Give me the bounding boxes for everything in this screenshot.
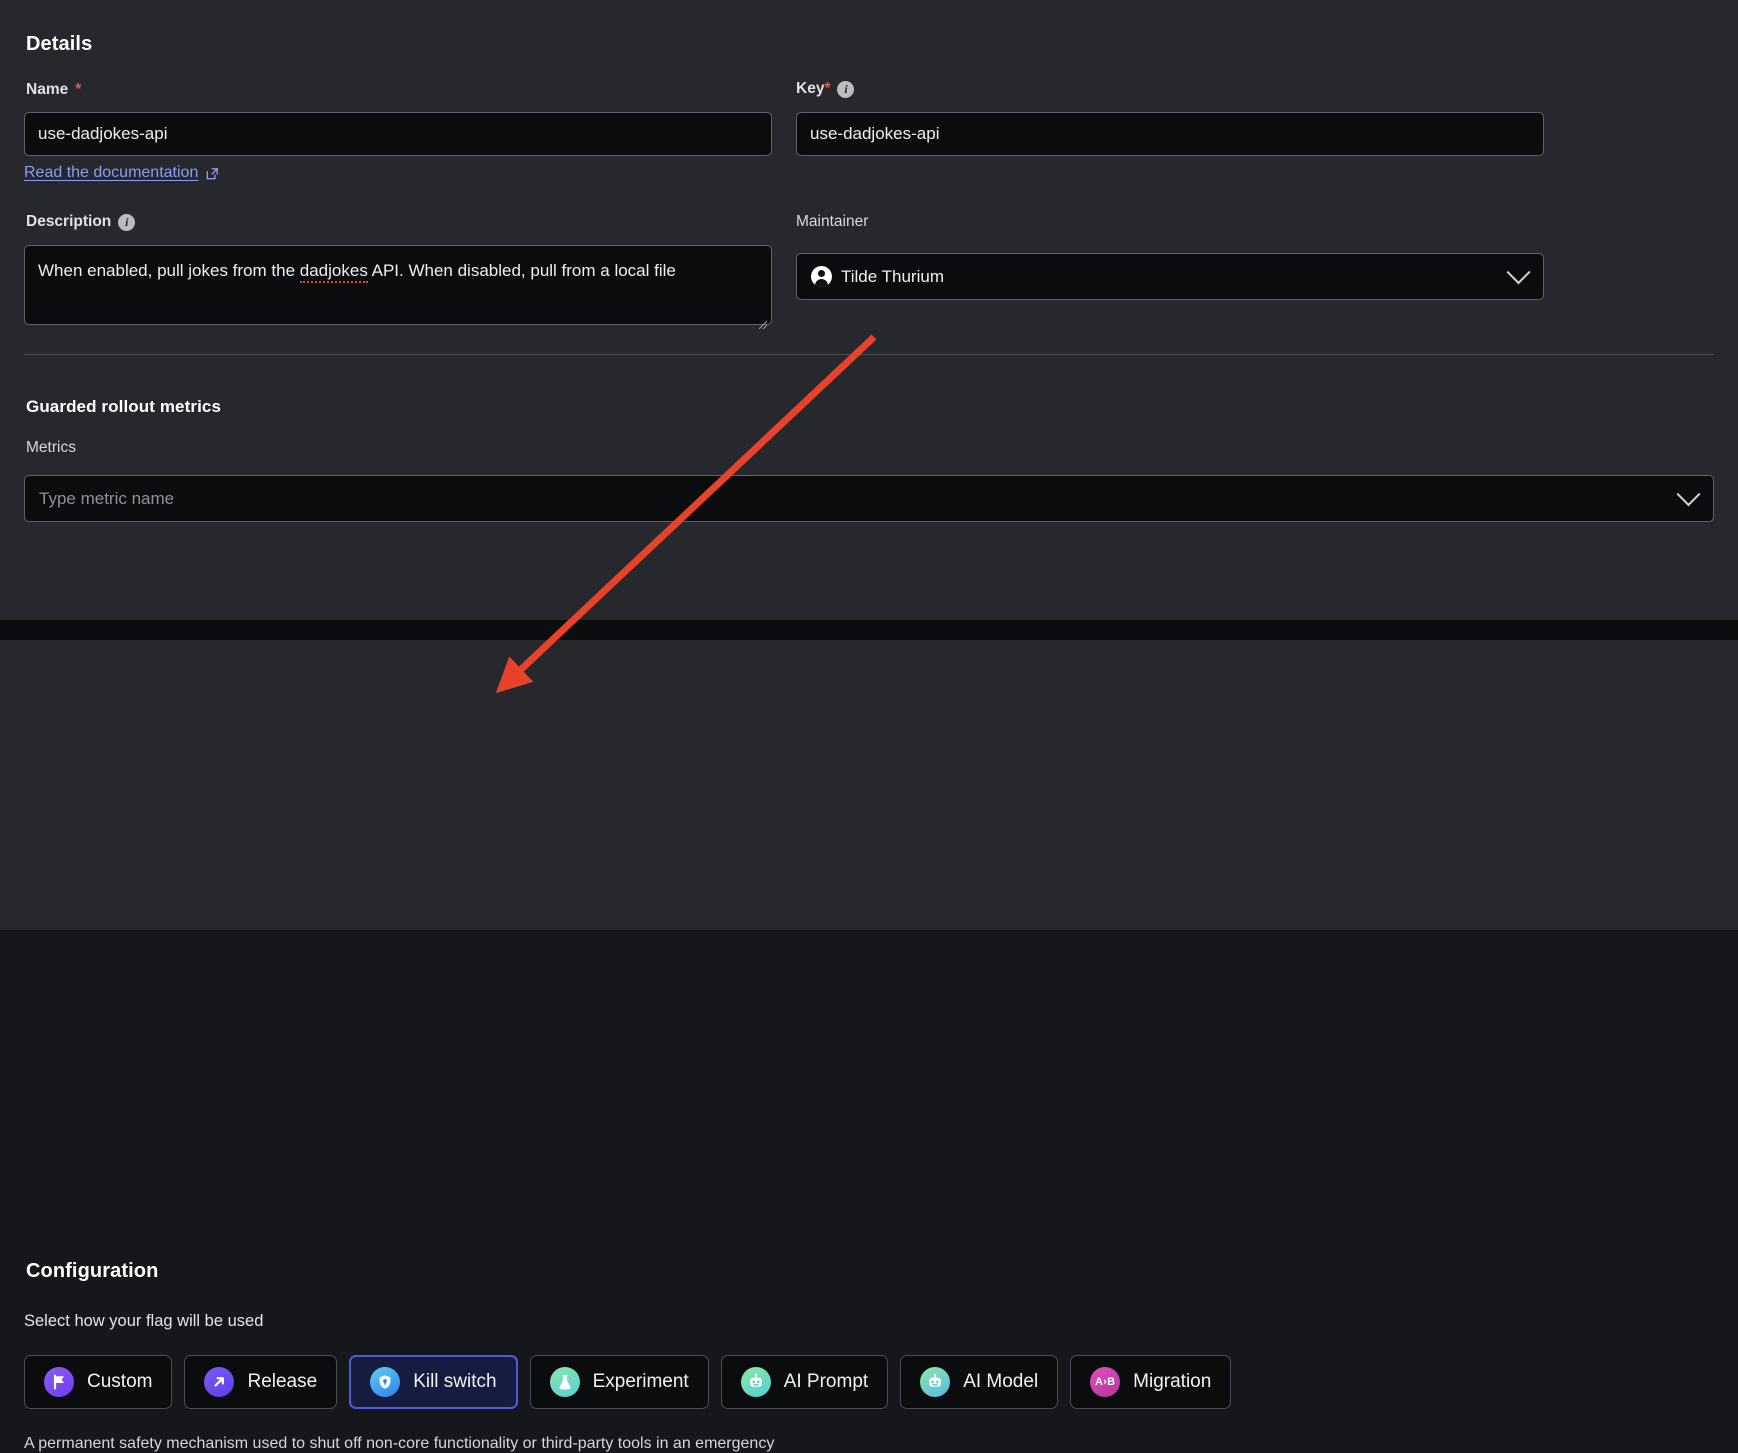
flag-type-helper-text: A permanent safety mechanism used to shu… <box>24 1435 775 1452</box>
key-field-label: Key * i <box>796 80 855 98</box>
configuration-subtitle: Select how your flag will be used <box>24 1312 264 1330</box>
user-avatar-icon <box>811 266 832 287</box>
details-section-title: Details <box>26 33 93 55</box>
name-required-star: * <box>75 81 82 98</box>
flag-type-button-migration[interactable]: A›B Migration <box>1070 1355 1232 1409</box>
flag-type-label: Release <box>247 1371 318 1392</box>
flag-type-label: Custom <box>87 1371 153 1392</box>
flag-type-label: AI Model <box>963 1371 1039 1392</box>
metrics-field-label: Metrics <box>26 439 76 457</box>
description-label-text: Description <box>26 213 112 230</box>
section-divider <box>24 354 1714 355</box>
flag-type-button-row: Custom Release Kill switch Experiment AI Pro… <box>24 1355 1232 1409</box>
key-input[interactable] <box>796 112 1544 156</box>
maintainer-selected-value: Tilde Thurium <box>841 266 944 286</box>
metrics-select[interactable]: Type metric name <box>24 475 1714 522</box>
flag-type-label: Experiment <box>592 1371 689 1392</box>
description-textarea[interactable]: When enabled, pull jokes from the dadjok… <box>24 245 772 330</box>
flag-icon <box>44 1367 74 1397</box>
configuration-panel: Configuration Select how your flag will … <box>0 640 1738 1452</box>
info-icon[interactable]: i <box>118 213 136 231</box>
flag-editor-page: Details Name* Key* i Read the documentat… <box>0 0 1738 1452</box>
maintainer-label-text: Maintainer <box>796 213 869 230</box>
shield-icon <box>370 1367 401 1397</box>
rocket-arrow-icon <box>204 1367 235 1397</box>
read-documentation-link[interactable]: Read the documentation <box>24 164 220 182</box>
read-documentation-label: Read the documentation <box>24 164 199 181</box>
chevron-down-icon <box>1506 259 1531 284</box>
metrics-label-text: Metrics <box>26 439 76 456</box>
guarded-rollout-section-title: Guarded rollout metrics <box>26 397 222 416</box>
description-field-label: Description i <box>26 213 136 231</box>
flag-type-button-experiment[interactable]: Experiment <box>529 1355 709 1409</box>
description-misspelled-word: dadjokes <box>299 261 368 283</box>
flag-type-label: Migration <box>1133 1371 1212 1392</box>
maintainer-select[interactable]: Tilde Thurium <box>796 253 1544 300</box>
external-link-icon <box>205 166 220 181</box>
info-icon[interactable]: i <box>837 80 855 98</box>
maintainer-field-label: Maintainer <box>796 213 868 231</box>
configuration-section-title: Configuration <box>26 1260 159 1282</box>
robot-icon <box>740 1367 771 1397</box>
key-label-text: Key <box>796 80 825 97</box>
panel-separator <box>0 620 1738 640</box>
description-text-part-2: API. When disabled, pull from a local fi… <box>367 261 676 280</box>
flag-type-button-kill-switch[interactable]: Kill switch <box>349 1355 518 1409</box>
description-text-part-1: When enabled, pull jokes from the <box>38 261 300 280</box>
textarea-resize-handle[interactable] <box>757 311 768 330</box>
flag-type-button-ai-prompt[interactable]: AI Prompt <box>720 1355 889 1409</box>
flag-type-button-ai-model[interactable]: AI Model <box>900 1355 1059 1409</box>
metrics-placeholder: Type metric name <box>39 488 175 508</box>
name-input[interactable] <box>24 112 772 156</box>
ab-migration-icon: A›B <box>1090 1367 1121 1397</box>
flag-type-label: Kill switch <box>413 1371 497 1392</box>
flag-type-button-release[interactable]: Release <box>184 1355 338 1409</box>
key-required-star: * <box>824 80 831 97</box>
name-label-text: Name <box>26 81 69 98</box>
chevron-down-icon <box>1676 481 1701 506</box>
flag-type-button-custom[interactable]: Custom <box>24 1355 173 1409</box>
details-panel: Details Name* Key* i Read the documentat… <box>0 0 1738 620</box>
flask-icon <box>549 1367 580 1397</box>
flag-type-label: AI Prompt <box>783 1371 869 1392</box>
name-field-label: Name * <box>26 81 81 99</box>
robot-icon <box>920 1367 951 1397</box>
